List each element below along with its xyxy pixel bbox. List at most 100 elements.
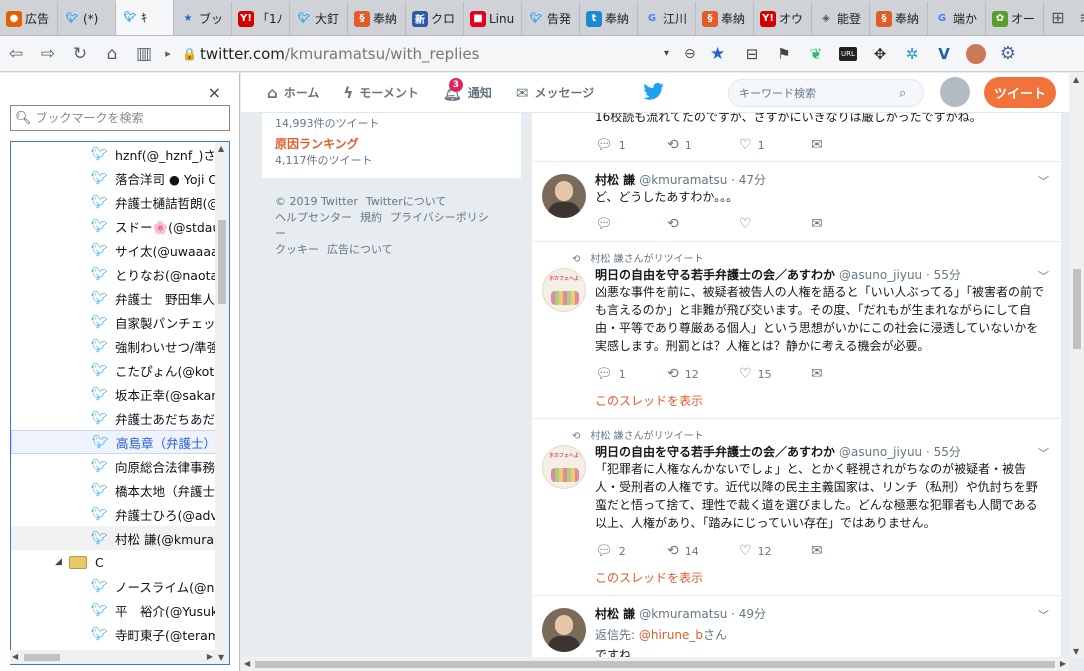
- browser-tab[interactable]: ★ ブッ: [174, 2, 232, 35]
- bookmark-item[interactable]: 🐦︎ 村松 謙(@kmuran: [11, 526, 216, 550]
- tweet-partial[interactable]: 16校読も流れてたのですが、さすがにいきなりは厳しかったですかね。 💬︎ 1 ⟲ 1…: [532, 113, 1061, 162]
- chevron-right-icon[interactable]: ▸: [160, 38, 176, 70]
- author-name[interactable]: 明日の自由を守る若手弁護士の会／あすわか: [595, 268, 835, 282]
- page-horizontal-scrollbar[interactable]: ◀ ▶: [241, 657, 1069, 671]
- scroll-left-icon[interactable]: ◀: [12, 652, 18, 661]
- tweet-time[interactable]: · 49分: [731, 607, 766, 621]
- avatar[interactable]: [542, 174, 586, 218]
- retweeted-by[interactable]: 村松 謙さんがリツイート: [590, 254, 703, 265]
- author-name[interactable]: 村松 謙: [595, 607, 635, 621]
- bookmark-folder[interactable]: ◢ C: [11, 550, 216, 574]
- extension-v-icon[interactable]: V: [928, 38, 960, 70]
- chevron-down-icon[interactable]: ﹀: [1038, 607, 1049, 623]
- triangle-down-icon[interactable]: ◢: [55, 557, 69, 567]
- zoom-icon[interactable]: ⊖: [684, 46, 710, 62]
- bookmark-item[interactable]: 🐦︎ ノースライム(@noc: [11, 574, 216, 598]
- like-button[interactable]: ♡ 15: [739, 366, 811, 382]
- browser-tab[interactable]: § 奉納: [870, 2, 928, 35]
- bookmark-item[interactable]: 🐦︎ サイ太(@uwaaaa): [11, 238, 216, 262]
- bookmark-item[interactable]: 🐦︎ 向原総合法律事務: [11, 454, 216, 478]
- bookmark-item[interactable]: 🐦︎ 橋本太地（弁護士: [11, 478, 216, 502]
- reply-mention[interactable]: @hirune_b: [639, 628, 703, 642]
- browser-tab[interactable]: Y! オウ: [754, 2, 812, 35]
- like-button[interactable]: ♡ 12: [739, 543, 811, 559]
- twitter-bird-icon[interactable]: [643, 83, 665, 106]
- evernote-icon[interactable]: ❦: [800, 38, 832, 70]
- browser-tab[interactable]: § 奉納: [696, 2, 754, 35]
- author-handle[interactable]: @kmuramatsu: [639, 607, 727, 621]
- scroll-up-icon[interactable]: ▲: [1073, 75, 1079, 84]
- browser-tab[interactable]: ● 広告: [0, 2, 58, 35]
- browser-tab[interactable]: G 端か: [928, 2, 986, 35]
- browser-tab[interactable]: t 奉納: [580, 2, 638, 35]
- scroll-down-icon[interactable]: ▼: [1073, 647, 1079, 656]
- show-thread-link[interactable]: このスレッドを表示: [595, 569, 703, 586]
- retweet-button[interactable]: ⟲ 12: [667, 366, 739, 382]
- reload-icon[interactable]: ↻: [64, 38, 96, 70]
- author-handle[interactable]: @kmuramatsu: [639, 173, 727, 187]
- browser-tab[interactable]: ■ Linu: [464, 2, 522, 35]
- avatar[interactable]: ホカフェへようこそ: [542, 445, 586, 489]
- reply-button[interactable]: 💬︎ 2: [595, 543, 667, 559]
- scroll-right-icon[interactable]: ▶: [207, 652, 213, 661]
- like-button[interactable]: ♡ 1: [739, 137, 811, 153]
- close-icon[interactable]: ×: [208, 83, 221, 102]
- bookmark-item[interactable]: 🐦︎ 弁護士あだちあだ: [11, 406, 216, 430]
- retweet-button[interactable]: ⟲: [667, 216, 739, 232]
- bookmark-icon[interactable]: ⚑: [768, 38, 800, 70]
- tweet-button[interactable]: ツイート: [984, 77, 1056, 108]
- nav-moments[interactable]: ϟ モーメント: [331, 73, 430, 113]
- settings-gear-icon[interactable]: ⚙: [992, 38, 1024, 70]
- reply-button[interactable]: 💬︎ 1: [595, 366, 667, 382]
- bookmark-search-input[interactable]: [35, 111, 216, 125]
- bookmark-item[interactable]: 🐦︎ 坂本正幸(@sakan: [11, 382, 216, 406]
- footer-link[interactable]: © 2019 Twitter: [275, 195, 358, 208]
- tweet[interactable]: ⟲ 村松 謙さんがリツイート ホカフェへようこそ 明日の自由を守る若手弁護士の会／…: [532, 242, 1061, 419]
- bookmark-item[interactable]: 🐦︎ 平 裕介(@Yusuk: [11, 598, 216, 622]
- nav-notifications[interactable]: 🔔︎ 3 通知: [431, 73, 504, 113]
- bookmark-item[interactable]: 🐦︎ hznf(@_hznf_)さん: [11, 142, 216, 166]
- dm-button[interactable]: ✉: [811, 543, 883, 559]
- retweet-button[interactable]: ⟲ 1: [667, 137, 739, 153]
- browser-tab[interactable]: § 奉納: [348, 2, 406, 35]
- tweet[interactable]: 村松 謙 @kmuramatsu · 47分 ﹀ ど、どうしたあすわか。。。 💬︎…: [532, 162, 1061, 242]
- url-shortener-icon[interactable]: URL: [832, 38, 864, 70]
- footer-link[interactable]: Twitterについて: [366, 195, 447, 208]
- author-handle[interactable]: @asuno_jiyuu: [839, 268, 922, 282]
- scroll-left-icon[interactable]: ◀: [244, 659, 250, 668]
- tweet-time[interactable]: · 47分: [731, 173, 766, 187]
- address-bar[interactable]: 🔒 twitter.com/kmuramatsu/with_replies ▾ …: [176, 39, 736, 68]
- bookmark-item[interactable]: 🐦︎ 落合洋司 ● Yoji O: [11, 166, 216, 190]
- reply-button[interactable]: 💬︎ 1: [595, 137, 667, 153]
- author-name[interactable]: 明日の自由を守る若手弁護士の会／あすわか: [595, 445, 835, 459]
- account-avatar[interactable]: [940, 77, 970, 107]
- search-icon[interactable]: ⌕: [899, 86, 906, 101]
- bookmark-item[interactable]: 🐦︎ 自家製パンチェッタ: [11, 310, 216, 334]
- bookmark-item[interactable]: 🐦︎ 高島章（弁護士）(@: [11, 430, 216, 454]
- bookmark-item[interactable]: 🐦︎ 強制わいせつ/準強: [11, 334, 216, 358]
- tab-menu-icon[interactable]: ≡: [1072, 0, 1084, 35]
- move-icon[interactable]: ✥: [864, 38, 896, 70]
- bookmark-item[interactable]: 🐦︎ 寺町東子(@teram: [11, 622, 216, 646]
- reader-icon[interactable]: ▥: [128, 38, 160, 70]
- sidebar-hscroll-thumb[interactable]: [24, 654, 60, 661]
- chevron-down-icon[interactable]: ﹀: [1038, 268, 1049, 284]
- tweet-time[interactable]: · 55分: [926, 445, 961, 459]
- sidebar-horizontal-scrollbar[interactable]: ◀ ▶: [10, 650, 215, 664]
- footer-link[interactable]: クッキー: [275, 243, 319, 256]
- footer-link[interactable]: 規約: [360, 211, 382, 224]
- page-vertical-scrollbar[interactable]: ▲ ▼: [1069, 73, 1084, 658]
- bookmarks-menu-icon[interactable]: ⊟: [736, 38, 768, 70]
- scroll-right-icon[interactable]: ▶: [1060, 659, 1066, 668]
- author-name[interactable]: 村松 謙: [595, 173, 635, 187]
- chevron-down-icon[interactable]: ﹀: [1038, 173, 1049, 189]
- back-icon[interactable]: ⇦: [0, 38, 32, 70]
- bookmark-item[interactable]: 🐦︎ 弁護士樋詰哲朗(@: [11, 190, 216, 214]
- browser-tab[interactable]: 新クロ: [406, 2, 464, 35]
- bookmark-item[interactable]: 🐦︎ 弁護士ひろ(@adv: [11, 502, 216, 526]
- tweet[interactable]: 村松 謙 @kmuramatsu · 49分 ﹀ 返信先: @hirune_bさん…: [532, 596, 1061, 657]
- new-tab-icon[interactable]: ⊞: [1044, 0, 1072, 35]
- footer-link[interactable]: ヘルプセンター: [275, 211, 352, 224]
- like-button[interactable]: ♡: [739, 216, 811, 232]
- dm-button[interactable]: ✉: [811, 366, 883, 382]
